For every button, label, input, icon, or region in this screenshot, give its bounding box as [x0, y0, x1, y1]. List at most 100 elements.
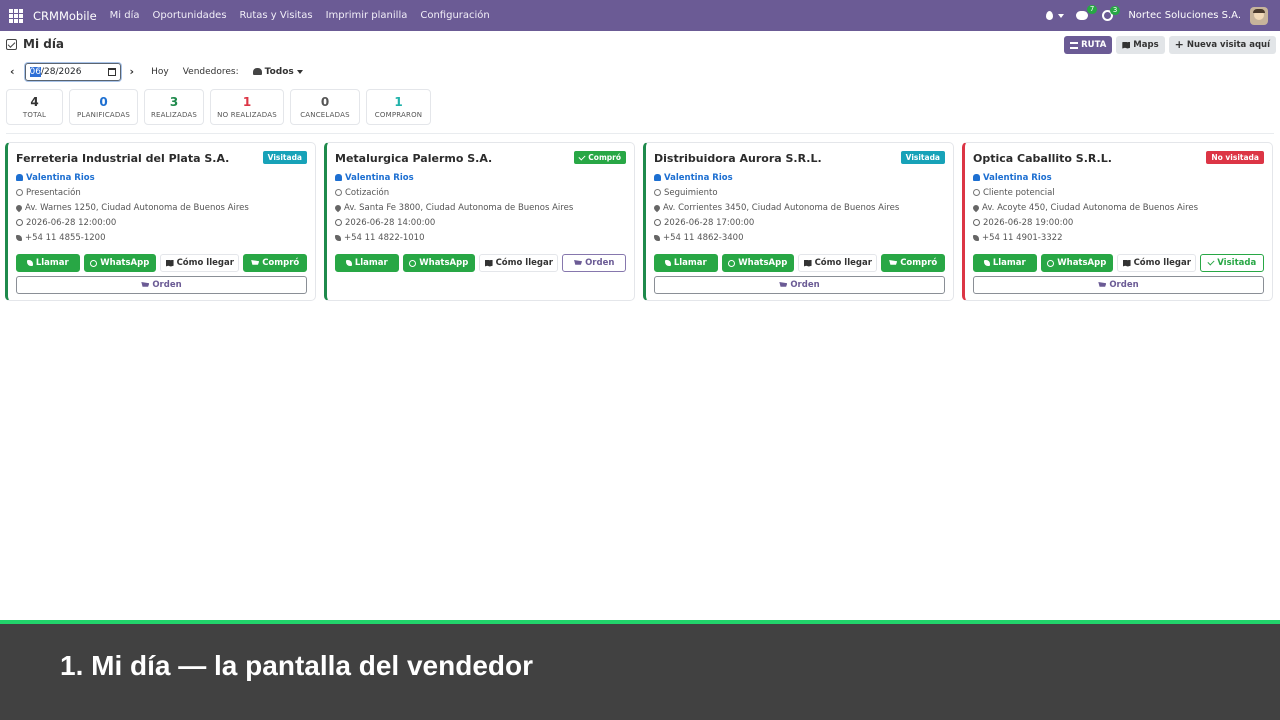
phone-number: +54 11 4901-3322: [982, 232, 1063, 243]
phone-icon: [345, 260, 352, 266]
phone-icon: [26, 260, 33, 266]
visit-status-badge: Compró: [574, 151, 626, 164]
prev-day-chevron-icon[interactable]: ‹: [10, 65, 15, 78]
users-icon: [252, 68, 262, 75]
stage-name: Seguimiento: [664, 187, 718, 198]
date-input[interactable]: 06/28/2026: [24, 62, 121, 81]
visit-datetime: 2026-06-28 12:00:00: [26, 217, 117, 228]
phone-icon: [335, 234, 341, 241]
route-icon: [1070, 41, 1079, 49]
map-icon: [484, 259, 493, 267]
activity-clock-icon[interactable]: 3: [1102, 6, 1121, 21]
orden-button[interactable]: Orden: [16, 276, 307, 294]
llamar-button[interactable]: Llamar: [654, 254, 718, 272]
caret-down-icon[interactable]: [1058, 13, 1065, 18]
stat-value: 4: [30, 95, 39, 109]
address-line: Av. Acoyte 450, Ciudad Autonoma de Bueno…: [971, 200, 1264, 215]
llamar-button[interactable]: Llamar: [335, 254, 399, 272]
user-icon: [335, 174, 342, 181]
llamar-button[interactable]: Llamar: [973, 254, 1037, 272]
caption-title: 1. Mi día — la pantalla del vendedor: [60, 650, 534, 681]
page-header: Mi día: [6, 37, 64, 51]
user-avatar[interactable]: [1250, 6, 1268, 25]
company-switcher[interactable]: Nortec Soluciones S.A.: [1128, 10, 1241, 21]
nav-item-configuracion[interactable]: Configuración: [420, 10, 489, 21]
cart-icon: [251, 260, 260, 265]
llamar-label: Llamar: [992, 258, 1026, 268]
apps-menu-icon[interactable]: [9, 8, 23, 23]
map-pin-icon: [971, 203, 981, 212]
maps-button-label: Maps: [1133, 40, 1159, 50]
brand-name[interactable]: CRMMobile: [33, 9, 97, 23]
phone-line: +54 11 4855-1200: [16, 230, 307, 245]
como-llegar-button[interactable]: Cómo llegar: [479, 254, 559, 272]
stat-label: CANCELADAS: [300, 111, 350, 119]
chat-icon[interactable]: 7: [1076, 5, 1098, 20]
stat-value: 0: [99, 95, 108, 109]
visit-card: Ferreteria Industrial del Plata S.A. Vis…: [5, 142, 316, 301]
customer-name[interactable]: Distribuidora Aurora S.R.L.: [654, 152, 822, 165]
compro-label: Compró: [900, 258, 938, 268]
clock-icon: [16, 219, 23, 226]
whatsapp-icon: [409, 259, 417, 267]
whatsapp-icon: [728, 259, 736, 267]
nav-item-rutas[interactable]: Rutas y Visitas: [240, 10, 313, 21]
plus-icon: +: [1174, 38, 1184, 51]
clock-icon: [654, 219, 661, 226]
next-day-chevron-icon[interactable]: ›: [130, 65, 135, 78]
today-link[interactable]: Hoy: [151, 67, 169, 77]
vendedores-dropdown[interactable]: Todos: [252, 67, 303, 77]
customer-name[interactable]: Optica Caballito S.R.L.: [973, 152, 1112, 165]
clock-icon: [335, 219, 342, 226]
stat-canceladas[interactable]: 0 CANCELADAS: [290, 89, 360, 125]
caret-down-icon: [296, 69, 303, 74]
check-icon: [578, 152, 586, 161]
whatsapp-button[interactable]: WhatsApp: [1040, 254, 1114, 272]
new-visit-button[interactable]: + Nueva visita aquí: [1168, 36, 1276, 54]
compro-button[interactable]: Compró: [243, 254, 307, 272]
orden-button[interactable]: Orden: [562, 254, 626, 272]
whatsapp-icon: [1047, 259, 1055, 267]
stat-value: 3: [169, 95, 179, 109]
whatsapp-button[interactable]: WhatsApp: [721, 254, 795, 272]
datetime-line: 2026-06-28 17:00:00: [654, 215, 945, 230]
stat-compraron[interactable]: 1 COMPRARON: [366, 89, 431, 125]
visit-card: Metalurgica Palermo S.A. Compró Valentin…: [324, 142, 635, 301]
stat-planificadas[interactable]: 0 PLANIFICADAS: [69, 89, 138, 125]
como-llegar-button[interactable]: Cómo llegar: [1117, 254, 1197, 272]
whatsapp-button[interactable]: WhatsApp: [402, 254, 476, 272]
whatsapp-button[interactable]: WhatsApp: [83, 254, 157, 272]
stage-name: Presentación: [26, 187, 81, 198]
llamar-button[interactable]: Llamar: [16, 254, 80, 272]
stat-total[interactable]: 4 TOTAL: [6, 89, 63, 125]
compro-button[interactable]: Compró: [881, 254, 945, 272]
phone-line: +54 11 4901-3322: [973, 230, 1264, 245]
drop-icon[interactable]: [1046, 11, 1054, 20]
orden-button[interactable]: Orden: [654, 276, 945, 294]
date-filter-row: ‹ 06/28/2026 › Hoy Vendedores: Todos: [10, 62, 303, 81]
nav-item-mi-dia[interactable]: Mi día: [110, 10, 140, 21]
address-line: Av. Corrientes 3450, Ciudad Autonoma de …: [652, 200, 945, 215]
customer-name[interactable]: Ferreteria Industrial del Plata S.A.: [16, 152, 229, 165]
visitada-button[interactable]: Visitada: [1200, 254, 1264, 272]
orden-button[interactable]: Orden: [973, 276, 1264, 294]
phone-number: +54 11 4855-1200: [25, 232, 106, 243]
visit-card: Distribuidora Aurora S.R.L. Visitada Val…: [643, 142, 954, 301]
customer-name[interactable]: Metalurgica Palermo S.A.: [335, 152, 492, 165]
vendor-name: Valentina Rios: [26, 172, 95, 183]
ruta-button[interactable]: RUTA: [1064, 36, 1113, 54]
stat-label: NO REALIZADAS: [217, 111, 277, 119]
cart-icon: [574, 260, 583, 265]
nav-item-imprimir[interactable]: Imprimir planilla: [326, 10, 408, 21]
stat-no-realizadas[interactable]: 1 NO REALIZADAS: [210, 89, 284, 125]
nav-item-oportunidades[interactable]: Oportunidades: [153, 10, 227, 21]
map-pin-icon: [333, 203, 343, 212]
stat-realizadas[interactable]: 3 REALIZADAS: [144, 89, 204, 125]
cart-icon: [141, 282, 150, 287]
como-llegar-button[interactable]: Cómo llegar: [798, 254, 878, 272]
stage-dot-icon: [335, 189, 342, 196]
date-rest: /28/2026: [41, 66, 82, 77]
date-picker-icon[interactable]: [107, 67, 116, 76]
como-llegar-button[interactable]: Cómo llegar: [160, 254, 240, 272]
maps-button[interactable]: Maps: [1116, 36, 1165, 54]
